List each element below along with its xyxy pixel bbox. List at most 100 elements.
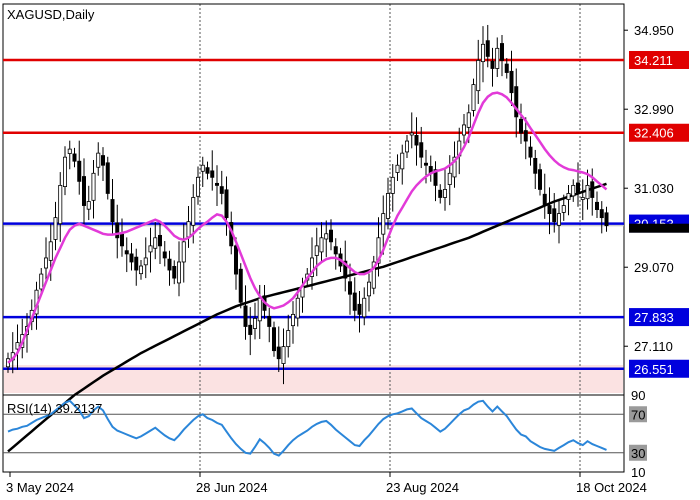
candle-body [523,130,528,142]
candle-body [495,47,500,69]
timeframe-label: Daily [66,7,95,22]
level-label-text: 27.833 [634,310,674,325]
candle-body [110,199,115,223]
candle-body [599,209,604,219]
chart-background [0,0,700,500]
candle-body [590,181,595,198]
candle-body [101,155,106,166]
candle-body [67,148,72,154]
candle-body [238,268,243,303]
candle-body [423,162,428,166]
level-label-text: 32.406 [634,126,674,141]
candle-body [490,60,495,69]
candle-body [538,169,543,190]
candle-body [580,197,585,200]
candle-body [414,135,419,146]
candle-body [395,164,400,173]
candle-body [528,146,533,158]
candle-body [63,156,68,188]
candle-body [200,164,205,172]
candle-body [138,265,143,275]
candle-body [191,197,196,226]
candle-body [39,273,44,290]
candle-body [328,229,333,243]
candle-body [281,346,286,364]
rsi-tick-label: 90 [631,388,645,403]
candle-body [533,157,538,174]
candle-body [134,256,139,271]
date-tick-label: 18 Oct 2024 [576,480,647,495]
candle-body [571,184,576,197]
price-tick-label: 34.950 [634,23,674,38]
candle-body [214,182,219,186]
candle-body [176,261,181,284]
candle-body [86,201,91,210]
candle-body [172,266,177,279]
candle-body [143,257,148,266]
candle-body [385,193,390,219]
candle-body [224,189,229,219]
candle-body [595,201,600,210]
candle-body [167,258,172,271]
candle-body [290,313,295,327]
candle-body [390,176,395,194]
candle-body [120,233,125,247]
price-tick-label: 31.030 [634,181,674,196]
candle-body [153,237,158,249]
candle-body [509,70,514,94]
candle-body [314,245,319,256]
candle-body [148,245,153,253]
candle-body [447,172,452,185]
candle-body [82,176,87,206]
date-tick-label: 3 May 2024 [6,480,74,495]
candle-body [257,297,262,322]
candle-body [286,330,291,348]
chart-title: XAGUSD,Daily [7,7,95,22]
candle-body [295,297,300,319]
price-tick-label: 27.110 [634,339,673,354]
last-price-box [629,223,689,233]
price-tick-label: 29.070 [634,260,674,275]
rsi-label: RSI(14) 39.2137 [7,401,102,416]
candle-body [514,86,519,118]
candle-body [115,222,120,239]
candle-body [324,233,329,240]
candle-body [409,132,414,136]
date-tick-label: 23 Aug 2024 [386,480,459,495]
candle-body [442,189,447,198]
candle-body [400,152,405,170]
price-chart: XAGUSD,Daily 34.950 32.990 31.030 29.070 27.… [0,0,700,500]
candle-body [243,305,248,327]
candle-body [105,162,110,194]
candle-body [557,213,562,226]
candle-body [519,118,524,134]
candle-body [561,205,566,213]
candle-body [438,189,443,198]
candle-body [547,205,552,215]
candle-body [248,324,253,335]
candle-body [58,184,63,225]
candle-body [604,212,609,227]
candle-body [124,250,129,255]
candle-body [504,63,509,73]
symbol-label: XAGUSD [7,7,62,22]
candle-body [233,245,238,275]
candle-body [195,176,200,197]
candle-body [53,217,58,240]
price-tick-label: 32.990 [634,102,674,117]
candle-body [357,303,362,315]
candle-body [319,237,324,253]
candle-body [566,193,571,200]
candle-body [419,142,424,158]
candle-body [157,234,162,247]
candle-body [72,153,77,162]
candle-body [205,167,210,174]
candle-body [485,40,490,57]
candle-body [352,292,357,311]
candle-body [219,186,224,194]
candle-body [267,315,272,327]
candle-body [91,172,96,201]
candle-body [276,346,281,360]
level-label-text: 34.211 [634,53,673,68]
candle-body [480,43,485,63]
